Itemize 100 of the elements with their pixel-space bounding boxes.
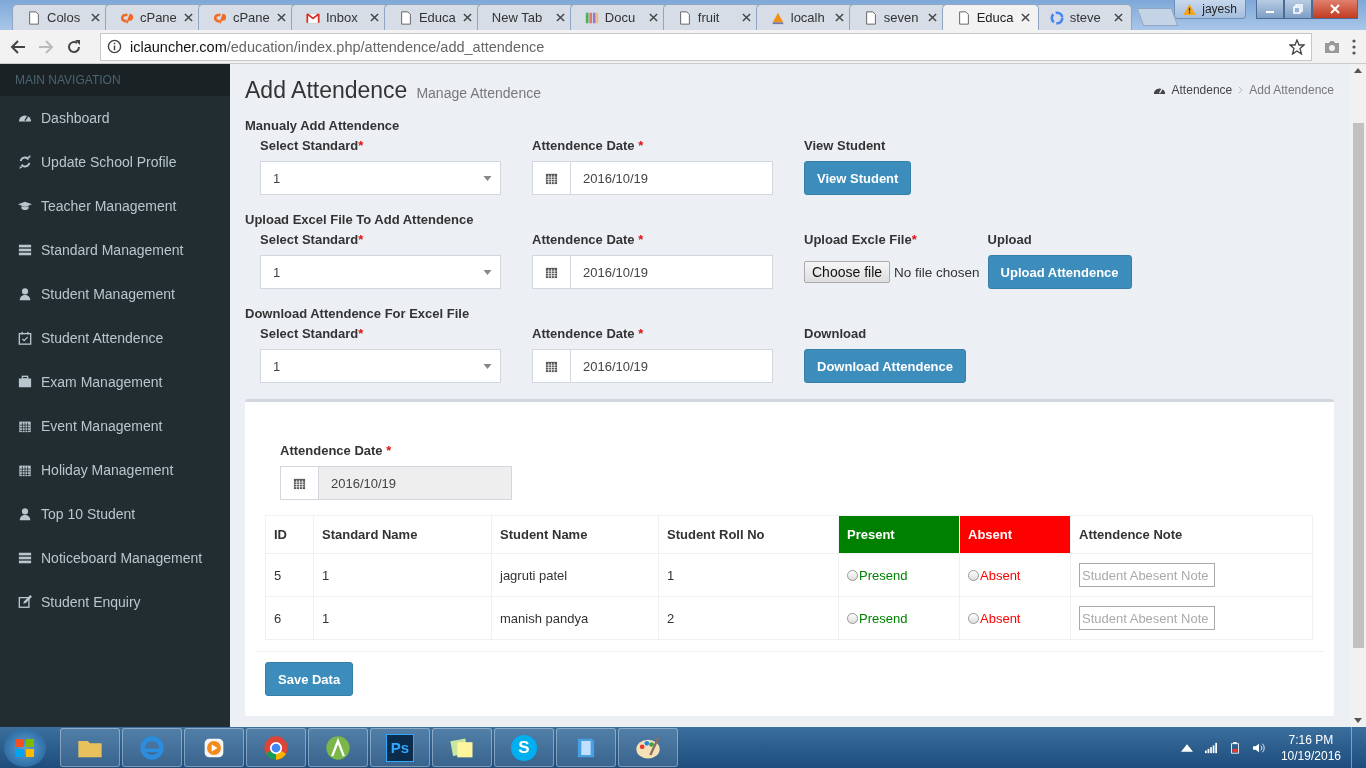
sidebar-item[interactable]: Teacher Management xyxy=(0,184,230,228)
browser-tab[interactable]: Educa xyxy=(941,4,1039,30)
sidebar-item[interactable]: Update School Profile xyxy=(0,140,230,184)
taskbar-app[interactable] xyxy=(246,728,306,767)
page-icon xyxy=(398,10,413,25)
close-icon[interactable] xyxy=(741,13,751,22)
close-icon[interactable] xyxy=(834,13,844,22)
battery-icon[interactable] xyxy=(1228,741,1241,754)
standard-select[interactable]: 1 xyxy=(260,349,501,383)
breadcrumb-item[interactable]: Attendence xyxy=(1171,83,1233,97)
field-label: Upload Excle File* xyxy=(804,231,918,249)
sidebar-item[interactable]: Student Management xyxy=(0,272,230,316)
calendar-icon xyxy=(18,419,32,433)
menu-icon[interactable] xyxy=(1352,38,1356,55)
taskbar-app[interactable] xyxy=(60,728,120,767)
note-input[interactable]: Student Abesent Note xyxy=(1079,606,1215,630)
close-icon[interactable] xyxy=(462,13,472,22)
calendar-icon xyxy=(18,463,32,477)
choose-file-button[interactable]: Choose file xyxy=(804,261,891,283)
info-icon[interactable] xyxy=(107,39,122,54)
camera-icon[interactable] xyxy=(1324,38,1340,55)
close-icon xyxy=(1329,4,1340,14)
table-cell: 1 xyxy=(313,553,492,597)
table-cell: manish pandya xyxy=(491,596,659,640)
taskbar-app[interactable] xyxy=(618,728,678,767)
column-header: Standard Name xyxy=(313,515,492,554)
signal-icon[interactable] xyxy=(1204,741,1217,754)
breadcrumb-item: Add Attendence xyxy=(1249,83,1334,97)
action-button[interactable]: Upload Attendence xyxy=(987,255,1132,289)
close-button[interactable] xyxy=(1311,0,1358,19)
reload-icon[interactable] xyxy=(66,38,82,55)
sidebar-item[interactable]: Student Enquiry xyxy=(0,580,230,624)
taskbar-app[interactable] xyxy=(432,728,492,767)
page-title: Add Attendence xyxy=(245,76,408,104)
bookmark-star-icon[interactable] xyxy=(1289,38,1305,55)
user-icon xyxy=(18,287,32,301)
address-bar[interactable]: iclauncher.com/education/index.php/attendence/add_attendence xyxy=(100,32,1312,61)
page-subtitle: Manage Attendence xyxy=(416,84,541,101)
sidebar-item[interactable]: Exam Management xyxy=(0,360,230,404)
column-header: Student Name xyxy=(491,515,659,554)
speaker-icon[interactable] xyxy=(1252,741,1265,754)
sidebar-item[interactable]: Standard Management xyxy=(0,228,230,272)
taskbar-app[interactable]: Ps xyxy=(370,728,430,767)
sidebar-item[interactable]: Student Attendence xyxy=(0,316,230,360)
save-button[interactable]: Save Data xyxy=(265,662,354,696)
scroll-up-icon[interactable] xyxy=(1354,68,1362,73)
taskbar-app[interactable] xyxy=(556,728,616,767)
close-icon[interactable] xyxy=(90,13,100,22)
restore-icon xyxy=(1292,4,1303,14)
table-cell: 1 xyxy=(313,596,492,640)
sidebar-item[interactable]: Top 10 Student xyxy=(0,492,230,536)
bars-icon xyxy=(584,10,599,25)
field-label: Attendence Date * xyxy=(532,137,645,155)
close-icon[interactable] xyxy=(648,13,658,22)
field-label: View Student xyxy=(804,137,887,155)
browser-icon xyxy=(138,733,166,762)
close-icon[interactable] xyxy=(927,13,937,22)
scrollbar[interactable] xyxy=(1350,64,1366,727)
close-icon[interactable] xyxy=(1020,13,1030,22)
chrome-icon xyxy=(262,733,290,762)
user-icon xyxy=(18,507,32,521)
close-icon[interactable] xyxy=(555,13,565,22)
close-icon[interactable] xyxy=(1113,13,1123,22)
taskbar-app[interactable] xyxy=(308,728,368,767)
table-cell: 1 xyxy=(658,553,839,597)
clock-time[interactable]: 7:16 PM xyxy=(1288,731,1334,748)
column-header: Attendence Note xyxy=(1070,515,1313,554)
caret-icon xyxy=(483,363,492,369)
profile-button[interactable]: jayesh xyxy=(1174,0,1246,19)
sidebar-item[interactable]: Holiday Management xyxy=(0,448,230,492)
close-icon[interactable] xyxy=(276,13,286,22)
field-label: Download xyxy=(804,325,868,343)
close-icon[interactable] xyxy=(183,13,193,22)
minimize-button[interactable] xyxy=(1255,0,1284,19)
warning-icon xyxy=(1183,3,1197,15)
table-cell: 6 xyxy=(265,596,314,640)
scroll-down-icon[interactable] xyxy=(1354,718,1362,723)
field-label: Attendence Date * xyxy=(532,325,645,343)
taskbar-app[interactable] xyxy=(122,728,182,767)
standard-select[interactable]: 1 xyxy=(260,255,501,289)
sidebar-item[interactable]: Noticeboard Management xyxy=(0,536,230,580)
back-icon[interactable] xyxy=(10,38,26,55)
field-label: Select Standard* xyxy=(260,325,365,343)
briefcase-icon xyxy=(18,375,32,389)
page-icon xyxy=(27,10,41,25)
action-button[interactable]: Download Attendence xyxy=(804,349,967,383)
windows-logo-icon xyxy=(15,737,35,758)
taskbar-app[interactable] xyxy=(184,728,244,767)
standard-select[interactable]: 1 xyxy=(260,161,501,195)
sidebar-item[interactable]: Dashboard xyxy=(0,96,230,140)
close-icon[interactable] xyxy=(369,13,379,22)
start-button[interactable] xyxy=(4,728,46,767)
sidebar-item[interactable]: Event Management xyxy=(0,404,230,448)
page-icon xyxy=(677,10,692,25)
action-button[interactable]: View Student xyxy=(804,161,912,195)
note-input[interactable]: Student Abesent Note xyxy=(1079,563,1215,587)
refresh-icon xyxy=(18,155,32,169)
field-label: Select Standard* xyxy=(260,137,365,155)
clock-date[interactable]: 10/19/2016 xyxy=(1280,747,1341,764)
restore-button[interactable] xyxy=(1283,0,1312,19)
